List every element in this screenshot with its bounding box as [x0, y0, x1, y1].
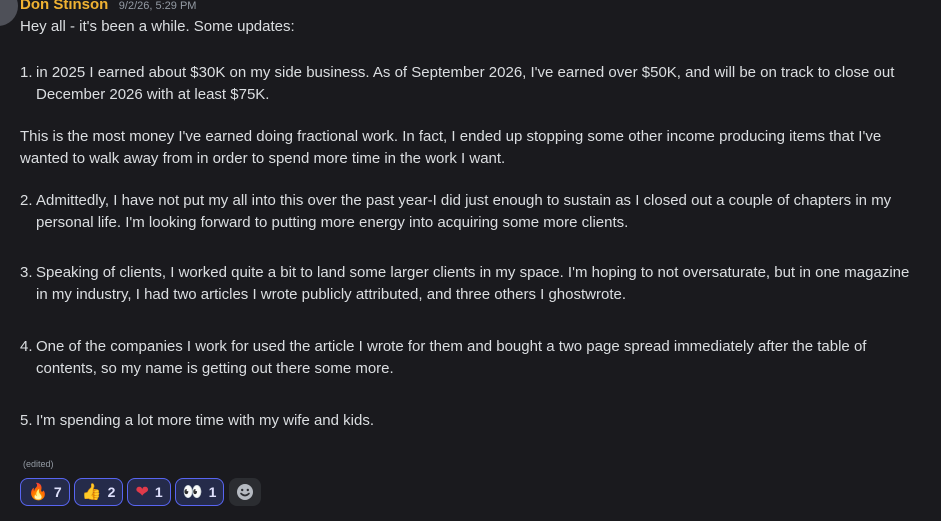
reaction-bar: 🔥 7 👍 2 ❤ 1 👀 1 [20, 478, 262, 506]
eyes-icon: 👀 [182, 482, 203, 501]
list-item: 3. Speaking of clients, I worked quite a… [20, 262, 920, 306]
author-name[interactable]: Don Stinson [20, 0, 108, 13]
list-number: 4. [20, 338, 33, 355]
reaction-count: 1 [154, 484, 163, 500]
reaction-fire[interactable]: 🔥 7 [20, 478, 70, 506]
reaction-count: 7 [53, 484, 62, 500]
reaction-heart[interactable]: ❤ 1 [127, 478, 171, 506]
reaction-thumbs-up[interactable]: 👍 2 [73, 478, 124, 506]
list-text: One of the companies I work for used the… [36, 338, 867, 377]
fire-icon: 🔥 [28, 482, 48, 501]
add-reaction-button[interactable] [229, 478, 262, 506]
message-header: Don Stinson 9/2/26, 5:29 PM [20, 0, 196, 14]
list-number: 3. [20, 264, 33, 281]
smiley-add-reaction-icon [237, 484, 254, 500]
avatar[interactable] [0, 0, 18, 26]
reaction-eyes[interactable]: 👀 1 [174, 478, 225, 506]
message-content: Hey all - it's been a while. Some update… [20, 16, 920, 432]
message-paragraph: This is the most money I've earned doing… [20, 128, 882, 167]
reaction-count: 2 [107, 484, 116, 500]
list-text: I'm spending a lot more time with my wif… [36, 412, 374, 429]
list-number: 2. [20, 192, 33, 209]
heart-icon: ❤ [135, 482, 149, 501]
edited-label: (edited) [23, 459, 54, 469]
reaction-count: 1 [208, 484, 217, 500]
list-item: 4. One of the companies I work for used … [20, 336, 920, 380]
list-number: 5. [20, 412, 33, 429]
list-number: 1. [20, 64, 33, 81]
list-text: Speaking of clients, I worked quite a bi… [36, 264, 910, 303]
list-item: 2. Admittedly, I have not put my all int… [20, 190, 920, 234]
thumbs-up-icon: 👍 [81, 482, 102, 501]
list-text: in 2025 I earned about $30K on my side b… [36, 64, 895, 103]
message-intro: Hey all - it's been a while. Some update… [20, 18, 295, 35]
message-timestamp: 9/2/26, 5:29 PM [118, 0, 197, 12]
list-item: 5. I'm spending a lot more time with my … [20, 410, 920, 432]
list-text: Admittedly, I have not put my all into t… [36, 192, 892, 231]
list-item: 1. in 2025 I earned about $30K on my sid… [20, 62, 920, 106]
